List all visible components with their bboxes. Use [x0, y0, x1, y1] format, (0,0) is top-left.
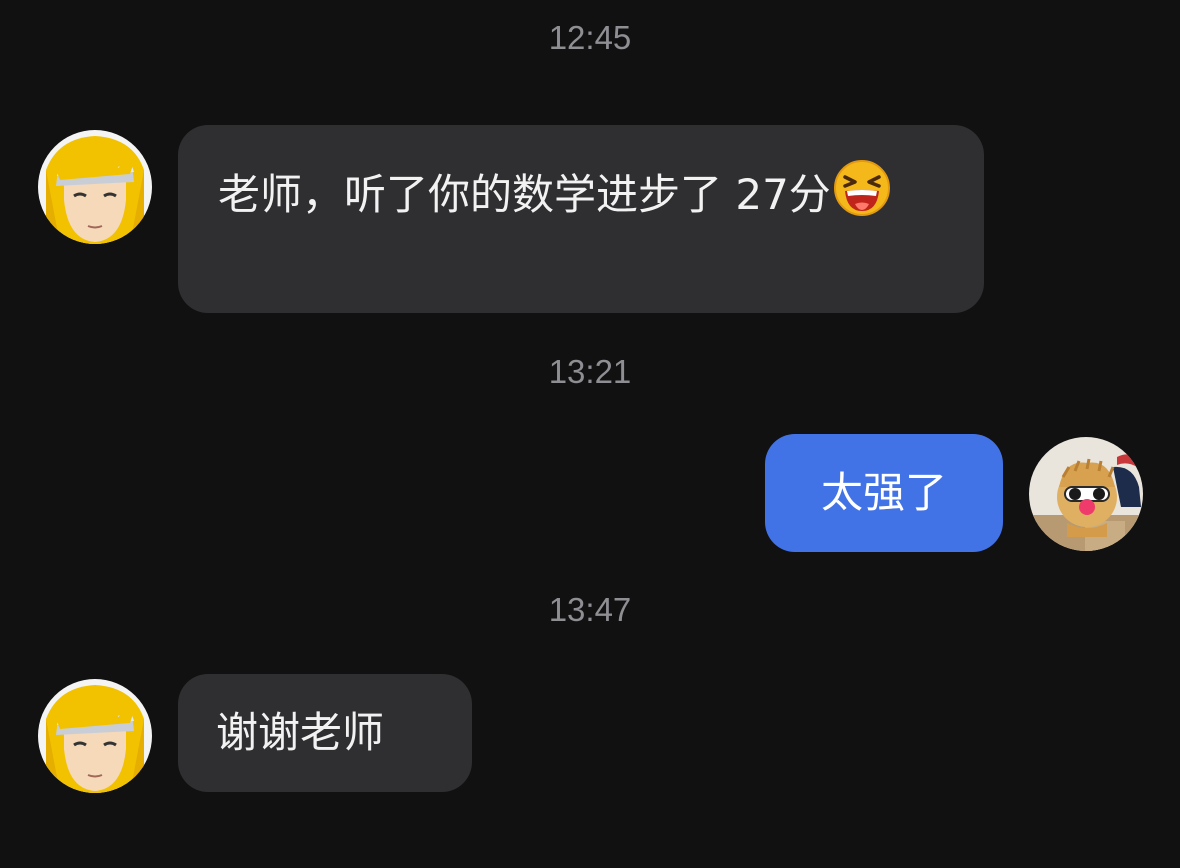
anime-character-avatar-icon — [38, 679, 152, 793]
pink-toy-sunglasses-avatar-icon — [1029, 437, 1143, 551]
message-text: 谢谢老师 — [216, 708, 385, 757]
self-avatar[interactable] — [1029, 437, 1143, 551]
message-bubble-received[interactable]: 谢谢老师 — [178, 674, 472, 792]
timestamp: 12:45 — [548, 19, 632, 56]
message-text: 老师，听了你的数学进步了 27分 — [218, 170, 831, 219]
contact-avatar[interactable] — [38, 130, 152, 244]
message-bubble-sent[interactable]: 太强了 — [765, 434, 1003, 552]
message-text: 太强了 — [820, 468, 947, 517]
timestamp: 13:47 — [548, 591, 632, 628]
anime-character-avatar-icon — [38, 130, 152, 244]
laughing-squinting-face-emoji-icon — [833, 159, 891, 217]
message-bubble-received[interactable]: 老师，听了你的数学进步了 27分 — [178, 125, 984, 313]
contact-avatar[interactable] — [38, 679, 152, 793]
timestamp: 13:21 — [548, 353, 632, 390]
